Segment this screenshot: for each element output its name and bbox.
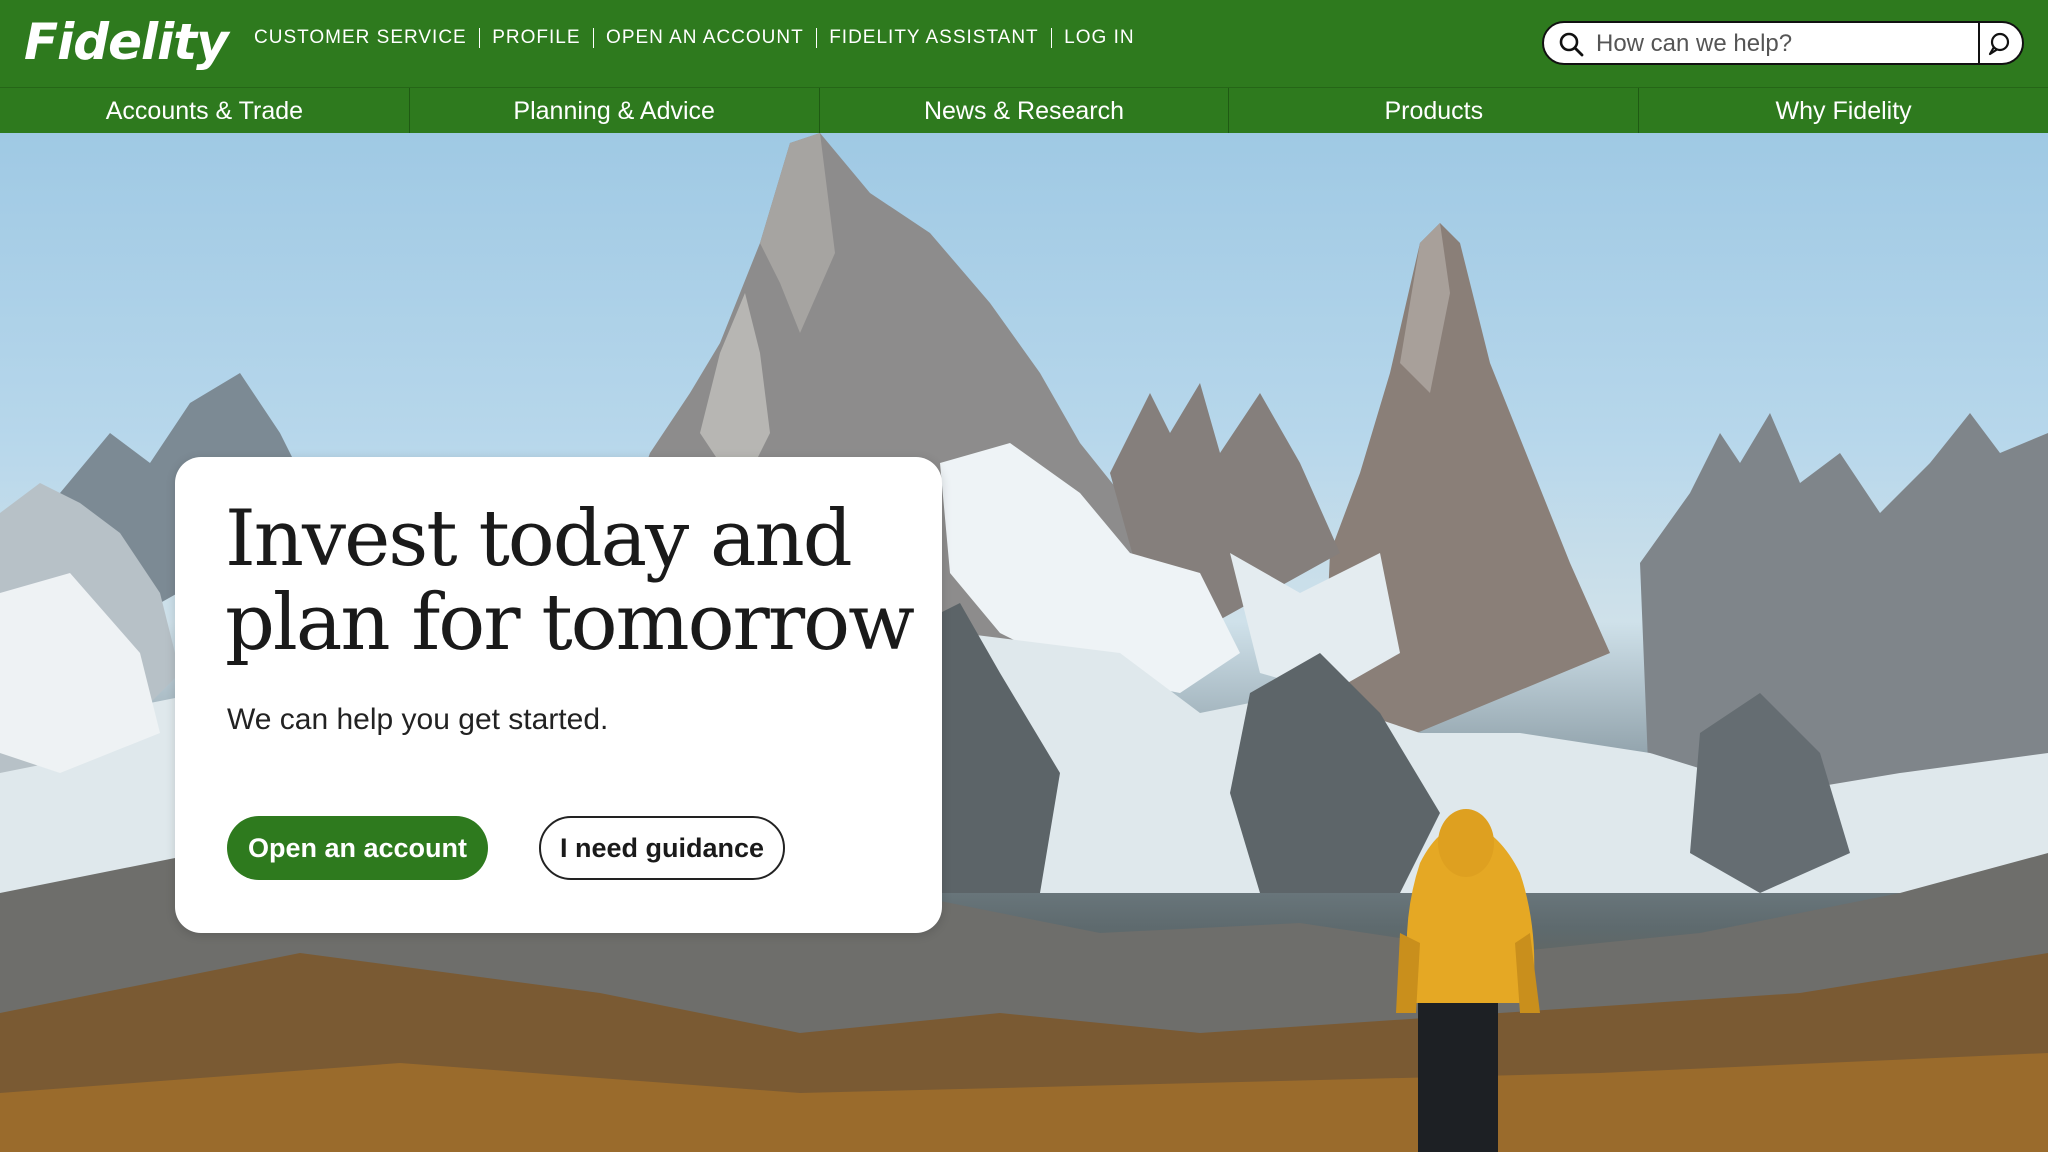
search-divider [1978,23,1980,63]
open-account-button[interactable]: Open an account [227,816,488,880]
top-utility-bar: Fidelity CUSTOMER SERVICE PROFILE OPEN A… [0,0,2048,87]
chat-bubble-icon[interactable] [1986,31,2012,57]
hero-title: Invest today and plan for tomorrow [225,494,915,668]
nav-news-research[interactable]: News & Research [820,88,1230,134]
search-input[interactable] [1594,27,2018,61]
hero-banner: Invest today and plan for tomorrow We ca… [0,133,2048,1152]
divider [815,28,818,48]
hero-subtitle: We can help you get started. [227,703,609,736]
main-nav: Accounts & Trade Planning & Advice News … [0,87,2048,134]
utility-link-log-in[interactable]: LOG IN [1064,27,1134,49]
nav-products[interactable]: Products [1229,88,1640,134]
divider [592,28,595,48]
utility-link-profile[interactable]: PROFILE [492,27,580,49]
divider [1050,28,1053,48]
need-guidance-button[interactable]: I need guidance [539,816,785,880]
fidelity-logo[interactable]: Fidelity [24,13,229,71]
utility-link-open-account[interactable]: OPEN AN ACCOUNT [606,27,804,49]
nav-accounts-trade[interactable]: Accounts & Trade [0,88,410,134]
search-icon[interactable] [1558,31,1584,57]
nav-planning-advice[interactable]: Planning & Advice [410,88,820,134]
nav-why-fidelity[interactable]: Why Fidelity [1639,88,2048,134]
utility-link-customer-service[interactable]: CUSTOMER SERVICE [254,27,467,49]
hero-card: Invest today and plan for tomorrow We ca… [175,457,942,933]
utility-nav: CUSTOMER SERVICE PROFILE OPEN AN ACCOUNT… [254,27,1135,49]
search-box [1542,21,2024,65]
utility-link-fidelity-assistant[interactable]: FIDELITY ASSISTANT [829,27,1038,49]
logo-text: Fidelity [24,13,229,71]
divider [478,28,481,48]
